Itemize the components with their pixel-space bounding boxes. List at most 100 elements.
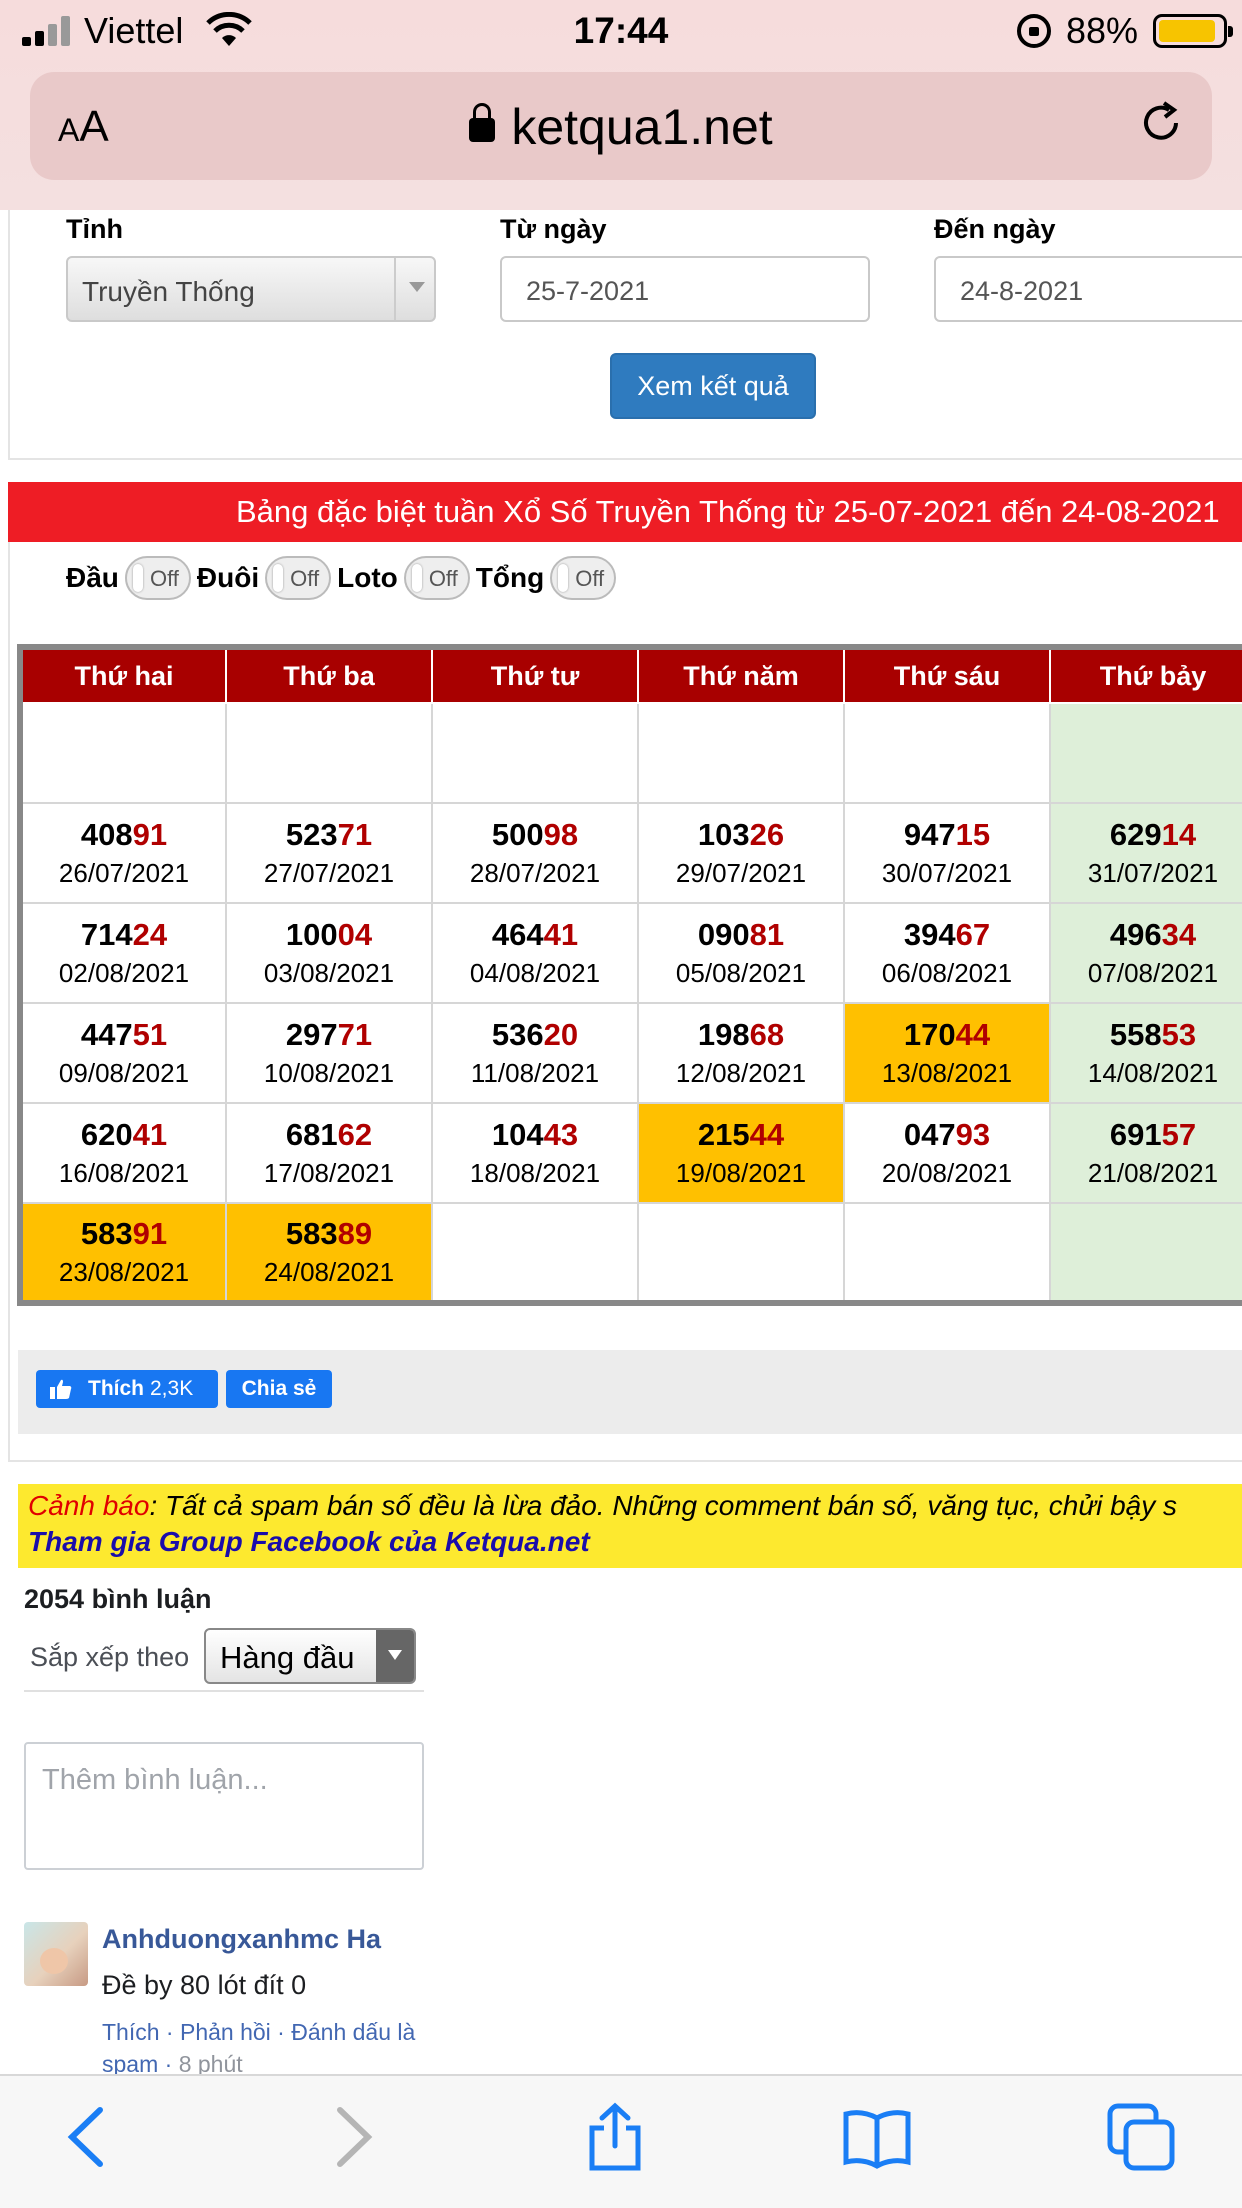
result-cell: 10443 18/08/2021 [431, 1102, 639, 1204]
to-date-input[interactable]: 24-8-2021 [934, 256, 1242, 322]
result-cell: 55853 14/08/2021 [1049, 1002, 1242, 1104]
result-number: 58389 [227, 1214, 431, 1254]
result-number-head: 714 [80, 917, 133, 952]
result-number: 39467 [845, 915, 1049, 955]
result-number-tail: 89 [337, 1216, 373, 1251]
sort-select[interactable]: Hàng đầu [204, 1628, 416, 1684]
facebook-group-link[interactable]: Tham gia Group Facebook của Ketqua.net [28, 1526, 1242, 1558]
result-number-head: 947 [903, 817, 956, 852]
result-number: 52371 [227, 815, 431, 855]
result-number-tail: 51 [132, 1017, 168, 1052]
address-bar[interactable]: AA ketqua1.net [30, 72, 1212, 180]
result-number: 44751 [23, 1015, 225, 1055]
avatar[interactable] [24, 1922, 88, 1986]
back-icon[interactable] [52, 2102, 122, 2172]
table-row: 58391 23/08/2021 58389 24/08/2021 [19, 1202, 1242, 1304]
result-number-head: 583 [80, 1216, 133, 1251]
comment-input[interactable]: Thêm bình luận... [24, 1742, 424, 1870]
table-row: 44751 09/08/2021 29771 10/08/2021 53620 11/08… [19, 1002, 1242, 1104]
toggle-duoi[interactable]: Off [265, 556, 332, 600]
col-header-friday: Thứ sáu [843, 647, 1051, 704]
tabs-icon[interactable] [1106, 2102, 1176, 2172]
forward-icon[interactable] [318, 2102, 388, 2172]
result-date: 04/08/2021 [469, 958, 601, 988]
comment-like-link[interactable]: Thích [102, 2019, 160, 2045]
browser-toolbar [0, 2074, 1242, 2208]
from-date-input[interactable]: 25-7-2021 [500, 256, 870, 322]
result-number: 46441 [433, 915, 637, 955]
result-cell: 58391 23/08/2021 [19, 1202, 227, 1304]
view-results-button[interactable]: Xem kết quả [610, 353, 816, 419]
result-number-head: 523 [285, 817, 338, 852]
result-date: 21/08/2021 [1087, 1158, 1219, 1188]
result-number: 55853 [1051, 1015, 1242, 1055]
result-date: 11/08/2021 [470, 1058, 600, 1088]
result-number-tail: 71 [337, 1017, 373, 1052]
result-number: 10004 [227, 915, 431, 955]
col-header-thursday: Thứ năm [637, 647, 845, 704]
result-number: 49634 [1051, 915, 1242, 955]
result-date: 13/08/2021 [881, 1058, 1013, 1088]
result-number: 40891 [23, 815, 225, 855]
result-number-head: 464 [491, 917, 544, 952]
result-number-head: 297 [285, 1017, 338, 1052]
facebook-share-button[interactable]: Chia sẻ [226, 1370, 332, 1408]
result-number-tail: 62 [337, 1117, 373, 1152]
col-header-wednesday: Thứ tư [431, 647, 639, 704]
result-number: 62914 [1051, 815, 1242, 855]
result-date: 07/08/2021 [1087, 958, 1219, 988]
clock: 17:44 [573, 10, 669, 51]
url-text: ketqua1.net [511, 99, 773, 155]
result-number-tail: 43 [543, 1117, 579, 1152]
share-icon[interactable] [580, 2102, 650, 2172]
like-label: Thích [88, 1377, 144, 1400]
result-cell: 52371 27/07/2021 [225, 802, 433, 904]
result-date: 06/08/2021 [881, 958, 1013, 988]
table-row: 62041 16/08/2021 68162 17/08/2021 10443 18/08… [19, 1102, 1242, 1204]
toggle-loto[interactable]: Off [403, 556, 470, 600]
lock-icon [469, 103, 496, 142]
toggle-dau[interactable]: Off [124, 556, 191, 600]
result-number-head: 691 [1109, 1117, 1162, 1152]
result-date: 20/08/2021 [881, 1158, 1013, 1188]
result-cell: 49634 07/08/2021 [1049, 902, 1242, 1004]
result-number: 17044 [845, 1015, 1049, 1055]
result-number: 50098 [433, 815, 637, 855]
result-cell: 40891 26/07/2021 [19, 802, 227, 904]
table-body: 40891 26/07/2021 52371 27/07/2021 50098 28/07… [19, 702, 1242, 1304]
facebook-like-button[interactable]: Thích 2,3K [36, 1370, 218, 1408]
toggle-label-tong: Tổng [475, 562, 545, 593]
chevron-down-icon [376, 1630, 414, 1682]
result-number-tail: 57 [1161, 1117, 1197, 1152]
result-cell: 10004 03/08/2021 [225, 902, 433, 1004]
bookmarks-icon[interactable] [842, 2102, 912, 2172]
result-number-tail: 24 [132, 917, 168, 952]
toggle-tong[interactable]: Off [550, 556, 617, 600]
comment-author[interactable]: Anhduongxanhmc Ha [102, 1924, 381, 1955]
to-date-label: Đến ngày [934, 214, 1056, 244]
result-cell: 68162 17/08/2021 [225, 1102, 433, 1204]
result-number-head: 104 [491, 1117, 544, 1152]
result-number-tail: 41 [132, 1117, 168, 1152]
table-row: 40891 26/07/2021 52371 27/07/2021 50098 28/07… [19, 802, 1242, 904]
divider [24, 1690, 424, 1692]
province-select[interactable]: Truyền Thống [66, 256, 436, 322]
warning-text: : Tất cả spam bán số đều là lừa đảo. Nhữ… [149, 1490, 1178, 1521]
result-number: 69157 [1051, 1115, 1242, 1155]
result-number-head: 100 [285, 917, 338, 952]
result-number-tail: 81 [749, 917, 785, 952]
url-display[interactable]: ketqua1.net [30, 98, 1212, 156]
toggle-label-duoi: Đuôi [196, 562, 260, 593]
result-cell: 62041 16/08/2021 [19, 1102, 227, 1204]
result-date: 23/08/2021 [58, 1257, 190, 1287]
reload-icon[interactable] [1136, 98, 1186, 148]
comment-reply-link[interactable]: Phản hồi [180, 2019, 271, 2045]
result-number-head: 198 [697, 1017, 750, 1052]
result-number: 10326 [639, 815, 843, 855]
result-number-head: 090 [697, 917, 750, 952]
col-header-tuesday: Thứ ba [225, 647, 433, 704]
result-number: 71424 [23, 915, 225, 955]
result-number-tail: 71 [337, 817, 373, 852]
result-number-tail: 04 [337, 917, 373, 952]
result-number: 21544 [639, 1115, 843, 1155]
